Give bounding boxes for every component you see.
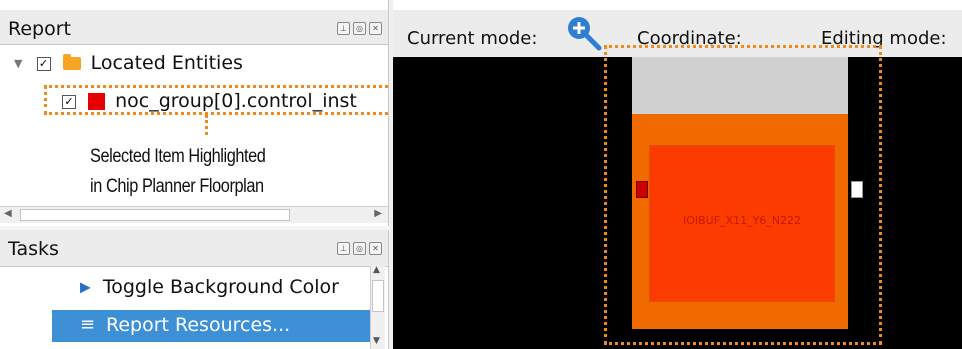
- pin-icon[interactable]: ⊥: [337, 22, 350, 35]
- scroll-left-icon[interactable]: ◀: [4, 208, 12, 219]
- scroll-down-icon[interactable]: ▼: [373, 336, 380, 346]
- tasks-panel-title: Tasks: [8, 238, 59, 260]
- scrollbar-thumb[interactable]: [20, 209, 290, 221]
- folder-icon: [62, 54, 81, 70]
- floorplan-highlight-box: [604, 45, 882, 345]
- chevron-down-icon[interactable]: ▼: [14, 57, 22, 70]
- report-panel: Report ⊥ ◎ ✕ ▼ ✓ Located Entities ✓ noc_…: [0, 0, 389, 226]
- scroll-right-icon[interactable]: ▶: [374, 208, 382, 219]
- tree-item-located-entities[interactable]: ▼ ✓ Located Entities: [14, 52, 243, 74]
- scrollbar-thumb[interactable]: [372, 280, 384, 312]
- tasks-vertical-scrollbar[interactable]: ▲ ▼: [370, 265, 385, 349]
- task-label: Toggle Background Color: [102, 276, 339, 298]
- zoom-in-icon[interactable]: [565, 14, 605, 54]
- tree-item-label: Located Entities: [90, 52, 243, 74]
- located-entities-checkbox[interactable]: ✓: [36, 56, 51, 71]
- report-panel-buttons: ⊥ ◎ ✕: [337, 22, 382, 35]
- annotation-line-1: Selected Item Highlighted: [90, 146, 266, 167]
- close-icon[interactable]: ✕: [369, 22, 382, 35]
- report-horizontal-scrollbar[interactable]: ◀ ▶: [0, 206, 388, 223]
- annotation-line-2: in Chip Planner Floorplan: [90, 176, 264, 197]
- annotation-connector: [205, 115, 208, 135]
- tasks-panel-buttons: ⊥ ◎ ✕: [337, 242, 382, 255]
- list-icon: ≡: [80, 314, 96, 335]
- tasks-panel: Tasks ⊥ ◎ ✕ ▶ Toggle Background Color ≡ …: [0, 230, 389, 349]
- task-report-resources[interactable]: ≡ Report Resources...: [52, 310, 370, 342]
- close-icon[interactable]: ✕: [369, 242, 382, 255]
- selected-row-highlight: [44, 85, 388, 115]
- report-panel-title: Report: [8, 18, 71, 40]
- floorplan-canvas[interactable]: IOIBUF_X11_Y6_N222: [393, 45, 962, 349]
- task-label: Report Resources...: [106, 314, 291, 336]
- report-panel-header: Report ⊥ ◎ ✕: [0, 10, 388, 45]
- pin-icon[interactable]: ⊥: [337, 242, 350, 255]
- scroll-up-icon[interactable]: ▲: [373, 265, 380, 275]
- current-mode-label: Current mode:: [407, 28, 538, 49]
- float-icon[interactable]: ◎: [353, 242, 366, 255]
- float-icon[interactable]: ◎: [353, 22, 366, 35]
- play-triangle-icon: ▶: [80, 279, 91, 296]
- tasks-panel-header: Tasks ⊥ ◎ ✕: [0, 230, 388, 267]
- task-toggle-background-color[interactable]: ▶ Toggle Background Color: [80, 276, 339, 298]
